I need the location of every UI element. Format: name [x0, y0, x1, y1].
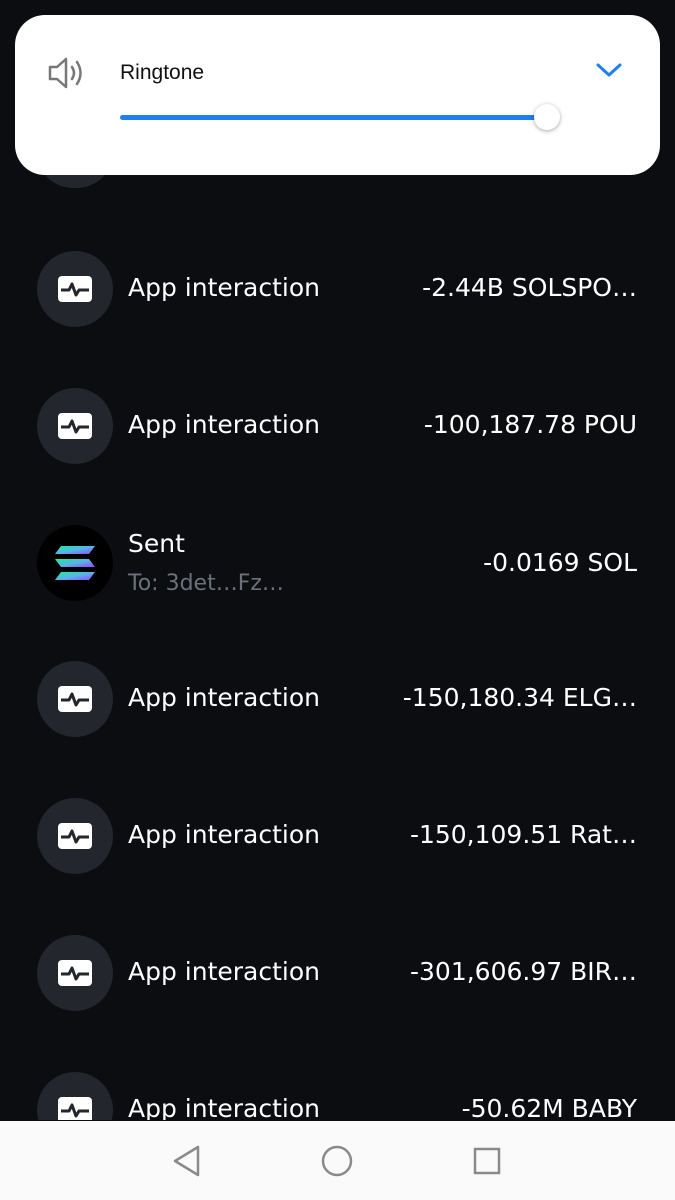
activity-icon	[37, 1072, 113, 1120]
transaction-title: Sent	[128, 529, 185, 558]
transaction-row[interactable]: Sent To: 3det…Fz… -0.0169 SOL	[0, 525, 675, 605]
back-triangle-icon[interactable]	[167, 1141, 207, 1181]
transaction-amount: -150,180.34 ELG…	[402, 683, 637, 712]
activity-icon	[37, 251, 113, 327]
system-navigation-bar	[0, 1121, 675, 1200]
volume-slider-thumb[interactable]	[534, 104, 560, 130]
transaction-recipient: To: 3det…Fz…	[128, 571, 284, 596]
transaction-title: App interaction	[128, 957, 320, 986]
transaction-row[interactable]: App interaction -50.62M BABY	[0, 1072, 675, 1120]
chevron-down-icon[interactable]	[595, 61, 623, 83]
activity-icon	[37, 661, 113, 737]
transaction-amount: -150,109.51 Rat…	[409, 820, 637, 849]
solana-icon	[37, 525, 113, 601]
transaction-row[interactable]: App interaction -100,187.78 POU	[0, 388, 675, 468]
activity-icon	[37, 388, 113, 464]
transaction-row[interactable]: App interaction -150,180.34 ELG…	[0, 661, 675, 741]
volume-stream-label: Ringtone	[120, 61, 205, 84]
activity-icon	[37, 798, 113, 874]
transaction-title: App interaction	[128, 683, 320, 712]
transaction-row[interactable]: App interaction -301,606.97 BIR…	[0, 935, 675, 1015]
transaction-amount: -50.62M BABY	[461, 1094, 637, 1120]
transaction-row[interactable]: App interaction -150,109.51 Rat…	[0, 798, 675, 878]
transaction-title: App interaction	[128, 820, 320, 849]
transaction-amount: -0.0169 SOL	[483, 548, 637, 577]
transaction-title: App interaction	[128, 410, 320, 439]
home-circle-icon[interactable]	[317, 1141, 357, 1181]
transaction-title: App interaction	[128, 1094, 320, 1120]
volume-panel: Ringtone	[15, 15, 660, 175]
speaker-icon[interactable]	[47, 55, 87, 95]
transaction-amount: -2.44B SOLSPO…	[422, 273, 637, 302]
transaction-title: App interaction	[128, 273, 320, 302]
activity-icon	[37, 935, 113, 1011]
transaction-row[interactable]: App interaction -2.44B SOLSPO…	[0, 251, 675, 331]
transaction-amount: -100,187.78 POU	[423, 410, 637, 439]
recents-square-icon[interactable]	[467, 1141, 507, 1181]
volume-slider-track[interactable]	[120, 115, 550, 120]
transaction-amount: -301,606.97 BIR…	[409, 957, 637, 986]
